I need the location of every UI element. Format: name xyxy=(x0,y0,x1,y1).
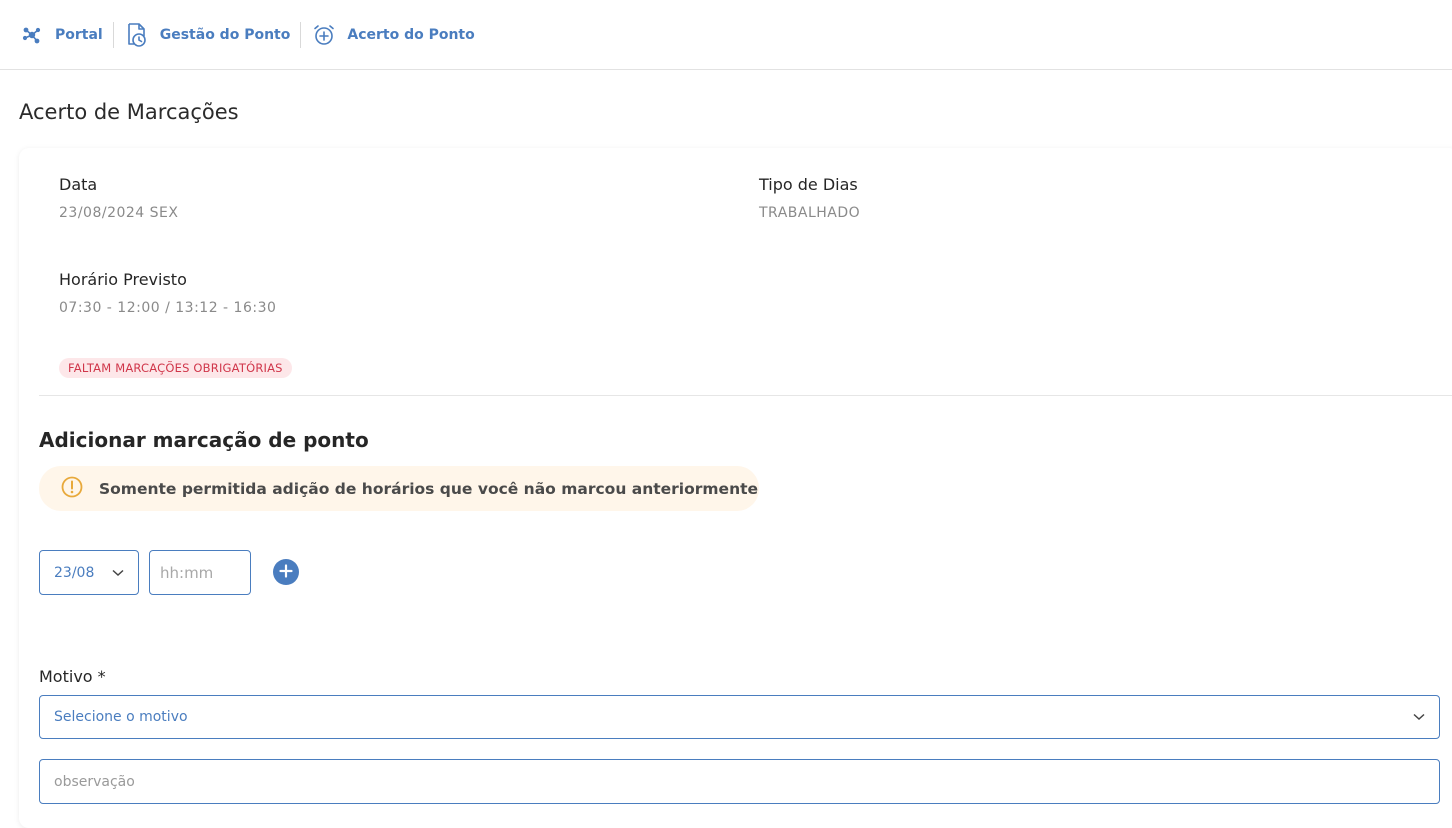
chevron-down-icon xyxy=(112,565,124,581)
divider xyxy=(39,395,1452,396)
document-clock-icon xyxy=(124,22,150,48)
breadcrumb-acerto-label: Acerto do Ponto xyxy=(347,26,475,43)
warning-text: Somente permitida adição de horários que… xyxy=(99,479,759,498)
breadcrumb-separator xyxy=(300,21,302,48)
tipo-dias-label: Tipo de Dias xyxy=(759,175,858,194)
breadcrumb-gestao-label: Gestão do Ponto xyxy=(159,26,291,43)
breadcrumb-separator xyxy=(112,21,114,48)
portal-network-icon xyxy=(19,22,45,48)
horario-previsto-value: 07:30 - 12:00 / 13:12 - 16:30 xyxy=(59,300,277,316)
page-title: Acerto de Marcações xyxy=(19,100,239,124)
warning-icon xyxy=(61,476,83,502)
data-label: Data xyxy=(59,175,98,194)
horario-previsto-label: Horário Previsto xyxy=(59,270,187,289)
motivo-label: Motivo * xyxy=(39,667,106,686)
alarm-plus-icon xyxy=(311,22,337,48)
time-input[interactable] xyxy=(149,550,251,595)
chevron-down-icon xyxy=(1413,709,1425,725)
tipo-dias-value: TRABALHADO xyxy=(759,205,861,221)
observacao-input[interactable] xyxy=(39,759,1440,804)
date-select[interactable]: 23/08 xyxy=(39,550,139,595)
motivo-select-placeholder: Selecione o motivo xyxy=(54,709,188,725)
breadcrumb-acerto[interactable]: Acerto do Ponto xyxy=(311,22,475,48)
date-select-value: 23/08 xyxy=(54,564,95,581)
breadcrumb-portal[interactable]: Portal xyxy=(19,22,103,48)
breadcrumb-portal-label: Portal xyxy=(55,26,103,43)
status-badge: FALTAM MARCAÇÕES OBRIGATÓRIAS xyxy=(59,358,292,378)
motivo-select[interactable]: Selecione o motivo xyxy=(39,695,1440,739)
breadcrumb: Portal Gestão do Ponto Acerto do Ponto xyxy=(0,0,1452,70)
add-section-title: Adicionar marcação de ponto xyxy=(39,428,369,452)
plus-icon xyxy=(279,563,293,582)
marcacoes-card: Data 23/08/2024 SEX Tipo de Dias TRABALH… xyxy=(19,148,1452,828)
data-value: 23/08/2024 SEX xyxy=(59,205,179,221)
breadcrumb-gestao[interactable]: Gestão do Ponto xyxy=(124,22,291,48)
add-marcacao-button[interactable] xyxy=(273,559,299,585)
warning-banner: Somente permitida adição de horários que… xyxy=(39,466,759,511)
